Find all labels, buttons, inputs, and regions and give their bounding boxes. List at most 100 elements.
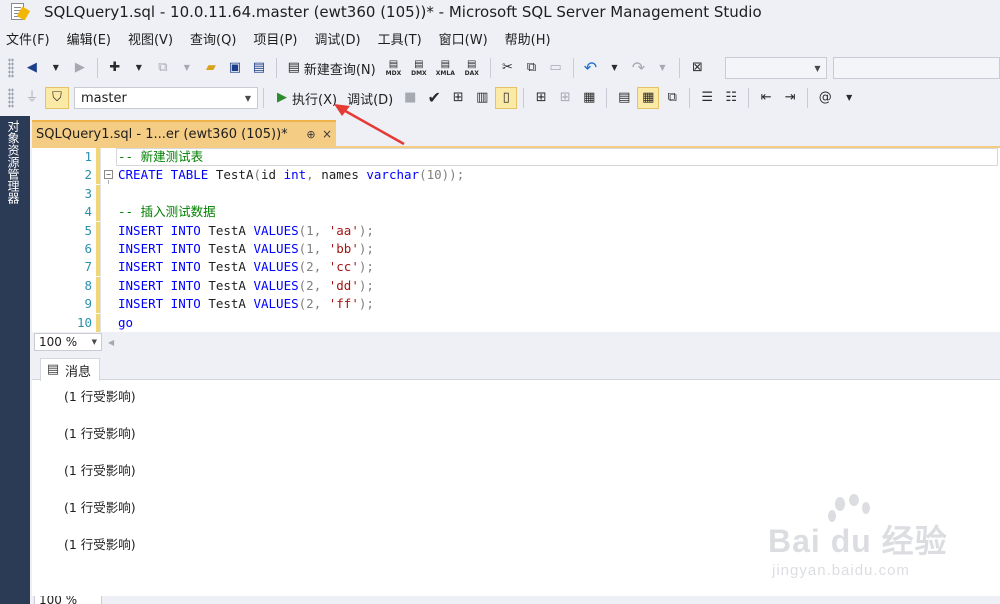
toolbar-grip[interactable] bbox=[8, 88, 14, 108]
new-project-button[interactable]: ✚ bbox=[104, 57, 126, 79]
intellisense-button[interactable]: ▯ bbox=[495, 87, 518, 109]
solution-config-combo[interactable]: ▼ bbox=[725, 57, 828, 79]
toolbar-separator bbox=[807, 88, 809, 108]
activity-monitor-button[interactable]: ⊠ bbox=[686, 57, 708, 79]
code-line[interactable]: 6 INSERT INTO TestA VALUES(1, 'bb'); bbox=[32, 240, 1000, 258]
menu-item[interactable]: 调试(D) bbox=[308, 29, 371, 48]
tab-sqlquery1[interactable]: SQLQuery1.sql - 1...er (ewt360 (105))* ⊕… bbox=[32, 120, 336, 146]
new-query-button[interactable]: ▤ 新建查询(N) bbox=[283, 57, 380, 79]
client-stats-button[interactable]: ▦ bbox=[578, 87, 600, 109]
dax-query-button[interactable]: ▤ DAX bbox=[460, 57, 483, 79]
search-combo[interactable] bbox=[833, 57, 1000, 79]
undo-button[interactable]: ↶ bbox=[579, 57, 601, 79]
code-token: 'bb' bbox=[328, 241, 359, 256]
xmla-query-button[interactable]: ▤ XMLA bbox=[433, 57, 458, 79]
copy-button[interactable]: ⧉ bbox=[521, 57, 543, 79]
code-line[interactable]: 8 INSERT INTO TestA VALUES(2, 'dd'); bbox=[32, 276, 1000, 295]
menu-item[interactable]: 项目(P) bbox=[247, 29, 308, 48]
toolbar-overflow-button[interactable]: ▼ bbox=[838, 87, 860, 109]
toolbar-grip[interactable] bbox=[8, 58, 14, 78]
include-plan-button[interactable]: ⊞ bbox=[530, 87, 552, 109]
code-line[interactable]: 2 − CREATE TABLE TestA(id int, names varch… bbox=[32, 166, 1000, 185]
code-token: VALUES bbox=[253, 241, 299, 256]
scroll-left-icon[interactable]: ◀ bbox=[108, 338, 114, 347]
code-line[interactable]: 10 go bbox=[32, 313, 1000, 332]
code-line[interactable]: 5 INSERT INTO TestA VALUES(1, 'aa'); bbox=[32, 221, 1000, 240]
object-explorer-label[interactable]: 对象资源管理器 bbox=[5, 120, 22, 204]
back-dropdown-button[interactable]: ▼ bbox=[45, 57, 67, 79]
code-token: ); bbox=[358, 222, 374, 238]
debug-button[interactable]: 调试(D) bbox=[343, 87, 397, 109]
uncomment-button[interactable]: ☷ bbox=[720, 87, 742, 109]
messages-tab-label: 消息 bbox=[65, 364, 92, 380]
code-line[interactable]: 7 INSERT INTO TestA VALUES(2, 'cc'); bbox=[32, 258, 1000, 277]
save-button[interactable]: ▣ bbox=[224, 57, 246, 79]
code-token: 'dd' bbox=[328, 277, 359, 293]
add-item-button[interactable]: ⧉ bbox=[152, 57, 174, 79]
connect-button[interactable]: ⏚ bbox=[21, 87, 43, 109]
mdx-query-button[interactable]: ▤ MDX bbox=[382, 57, 405, 79]
code-token: TestA bbox=[200, 222, 254, 238]
back-button[interactable]: ◀ bbox=[21, 57, 43, 79]
results-to-file-button[interactable]: ⧉ bbox=[661, 87, 683, 109]
change-marker bbox=[96, 258, 100, 277]
pin-icon[interactable]: ⊕ bbox=[304, 128, 318, 141]
code-token: (2, bbox=[298, 259, 329, 275]
stop-icon: ■ bbox=[404, 90, 417, 105]
specify-template-params-button[interactable]: @ bbox=[814, 87, 836, 109]
new-project-icon: ✚ bbox=[109, 60, 121, 75]
menu-item[interactable]: 帮助(H) bbox=[499, 29, 562, 48]
toolbar-separator bbox=[489, 58, 491, 78]
toolbar-separator bbox=[689, 88, 691, 108]
toolbar-separator bbox=[679, 58, 681, 78]
dax-query-icon: ▤ bbox=[467, 58, 477, 70]
redo-button[interactable]: ↷ bbox=[627, 57, 649, 79]
object-explorer-filter-button[interactable]: ⛉ bbox=[45, 87, 69, 109]
tab-messages[interactable]: ▤ 消息 bbox=[40, 358, 101, 381]
results-zoom-select[interactable]: 100 % bbox=[34, 596, 102, 604]
code-line[interactable]: 3 bbox=[32, 184, 1000, 203]
execute-button[interactable]: ▶ 执行(X) bbox=[270, 87, 341, 109]
query-designer-button[interactable]: ▥ bbox=[471, 87, 493, 109]
display-plan-button[interactable]: ⊞ bbox=[447, 87, 469, 109]
code-line[interactable]: 9 INSERT INTO TestA VALUES(2, 'ff'); bbox=[32, 295, 1000, 314]
decrease-indent-button[interactable]: ⇤ bbox=[755, 87, 777, 109]
object-explorer-sidebar[interactable]: 对象资源管理器 bbox=[0, 116, 30, 604]
code-line[interactable]: 4 -- 插入测试数据 bbox=[32, 203, 1000, 222]
menu-item[interactable]: 查询(Q) bbox=[184, 29, 247, 48]
menu-item[interactable]: 工具(T) bbox=[372, 29, 433, 48]
code-token: INSERT INTO bbox=[118, 296, 201, 312]
parse-button[interactable]: ✔ bbox=[423, 87, 445, 109]
new-project-dropdown[interactable]: ▼ bbox=[128, 57, 150, 79]
live-stats-button[interactable]: ⊞ bbox=[554, 87, 576, 109]
forward-button[interactable]: ▶ bbox=[69, 57, 91, 79]
close-icon[interactable]: × bbox=[318, 127, 336, 141]
undo-dropdown[interactable]: ▼ bbox=[603, 57, 625, 79]
comment-button[interactable]: ☰ bbox=[696, 87, 718, 109]
menu-item[interactable]: 窗口(W) bbox=[433, 29, 499, 48]
menu-item[interactable]: 文件(F) bbox=[0, 29, 61, 48]
open-folder-icon: ▰ bbox=[205, 60, 216, 75]
menu-item[interactable]: 编辑(E) bbox=[61, 29, 122, 48]
sql-editor[interactable]: 1 -- 新建测试表 2− CREATE TABLE TestA(id int, na… bbox=[32, 148, 1000, 332]
results-zoom-value: 100 % bbox=[39, 596, 78, 604]
results-to-text-button[interactable]: ▤ bbox=[613, 87, 635, 109]
increase-indent-button[interactable]: ⇥ bbox=[779, 87, 801, 109]
sql-editor-toolbar: ⏚ ⛉ master ▼ ▶ 执行(X) 调试(D) ■ ✔ ⊞ ▥ ▯ ⊞ ⊞ ▦… bbox=[0, 84, 1000, 112]
collapse-icon[interactable]: − bbox=[104, 170, 113, 180]
redo-dropdown[interactable]: ▼ bbox=[651, 57, 673, 79]
debug-label: 调试(D) bbox=[347, 92, 394, 108]
dmx-query-button[interactable]: ▤ DMX bbox=[407, 57, 430, 79]
save-all-button[interactable]: ▤ bbox=[248, 57, 270, 79]
editor-zoom-select[interactable]: 100 % ▼ bbox=[34, 333, 102, 351]
toolbar-separator bbox=[263, 88, 264, 108]
add-item-dropdown[interactable]: ▼ bbox=[176, 57, 198, 79]
menu-item[interactable]: 视图(V) bbox=[122, 29, 184, 48]
open-file-button[interactable]: ▰ bbox=[200, 57, 222, 79]
result-message: (1 行受影响) bbox=[64, 389, 136, 404]
cancel-query-button[interactable]: ■ bbox=[399, 87, 421, 109]
cut-button[interactable]: ✂ bbox=[497, 57, 519, 79]
paste-button[interactable]: ▭ bbox=[545, 57, 567, 79]
results-to-grid-button[interactable]: ▦ bbox=[637, 87, 660, 109]
database-select[interactable]: master ▼ bbox=[74, 87, 258, 109]
